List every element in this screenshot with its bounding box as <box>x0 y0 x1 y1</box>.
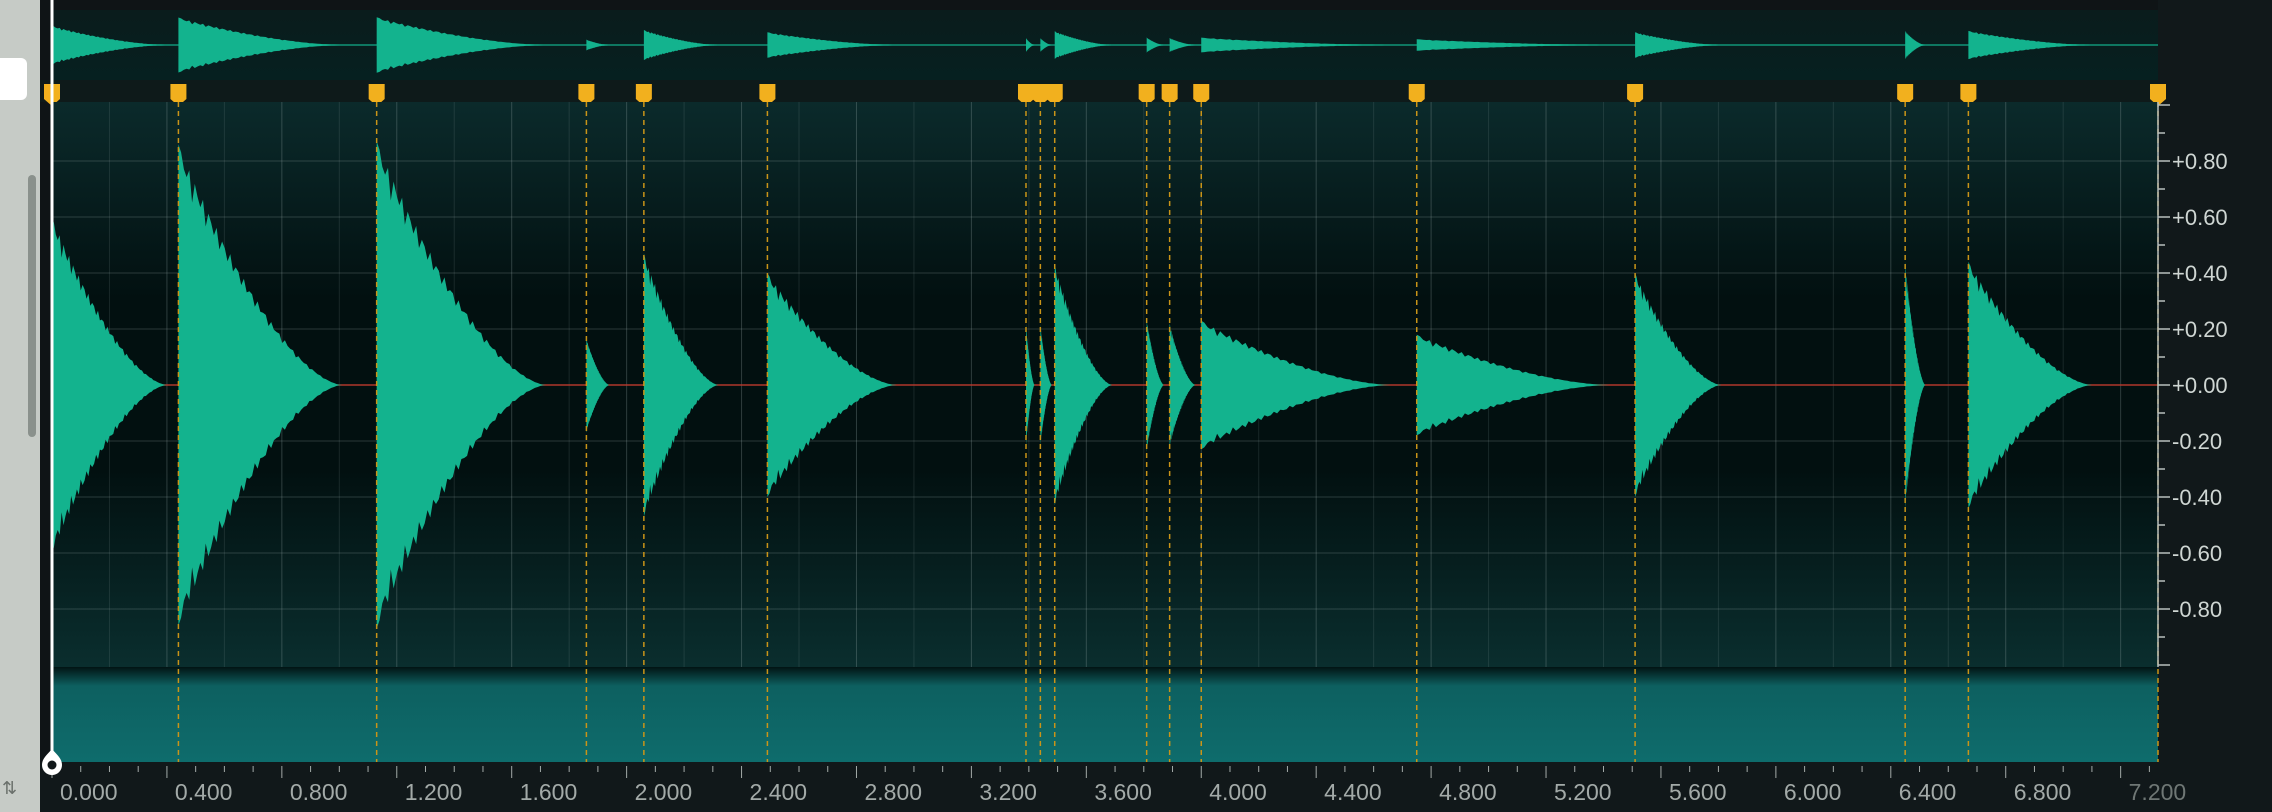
ruler-label: 0.800 <box>290 779 348 805</box>
ruler-label: 0.000 <box>60 779 118 805</box>
spectral-band <box>52 667 2158 762</box>
ruler-label: 1.600 <box>520 779 578 805</box>
ruler-label: 6.800 <box>2014 779 2072 805</box>
ruler-label: 2.400 <box>750 779 808 805</box>
marker-strip-background <box>40 80 2158 102</box>
amplitude-label: -0.40 <box>2172 485 2222 510</box>
ruler-label: 0.400 <box>175 779 233 805</box>
amplitude-label: +0.00 <box>2172 373 2228 398</box>
ruler-label: 5.600 <box>1669 779 1727 805</box>
ruler-label: 4.400 <box>1324 779 1382 805</box>
ruler-label: 3.600 <box>1094 779 1152 805</box>
ruler-label: 4.000 <box>1209 779 1267 805</box>
overview-strip[interactable] <box>52 10 2158 80</box>
amplitude-label: +0.80 <box>2172 149 2228 174</box>
amplitude-label: -0.80 <box>2172 597 2222 622</box>
ruler-label: 4.800 <box>1439 779 1497 805</box>
ruler-label: 3.200 <box>979 779 1037 805</box>
ruler-label: 6.400 <box>1899 779 1957 805</box>
amplitude-label: -0.20 <box>2172 429 2222 454</box>
waveform-editor[interactable]: +0.80 +0.60 +0.40 +0.20 +0.00 -0.20 -0.40 -0.60… <box>0 0 2272 812</box>
amplitude-label: +0.40 <box>2172 261 2228 286</box>
ruler-label: 2.000 <box>635 779 693 805</box>
amplitude-label: -0.60 <box>2172 541 2222 566</box>
ruler-label: 6.000 <box>1784 779 1842 805</box>
amplitude-label: +0.20 <box>2172 317 2228 342</box>
ruler-label: 1.200 <box>405 779 463 805</box>
ruler-label: 7.200 <box>2129 779 2187 805</box>
waveform-view[interactable] <box>51 102 2159 762</box>
amplitude-label: +0.60 <box>2172 205 2228 230</box>
ruler-label: 5.200 <box>1554 779 1612 805</box>
ruler-label: 2.800 <box>864 779 922 805</box>
